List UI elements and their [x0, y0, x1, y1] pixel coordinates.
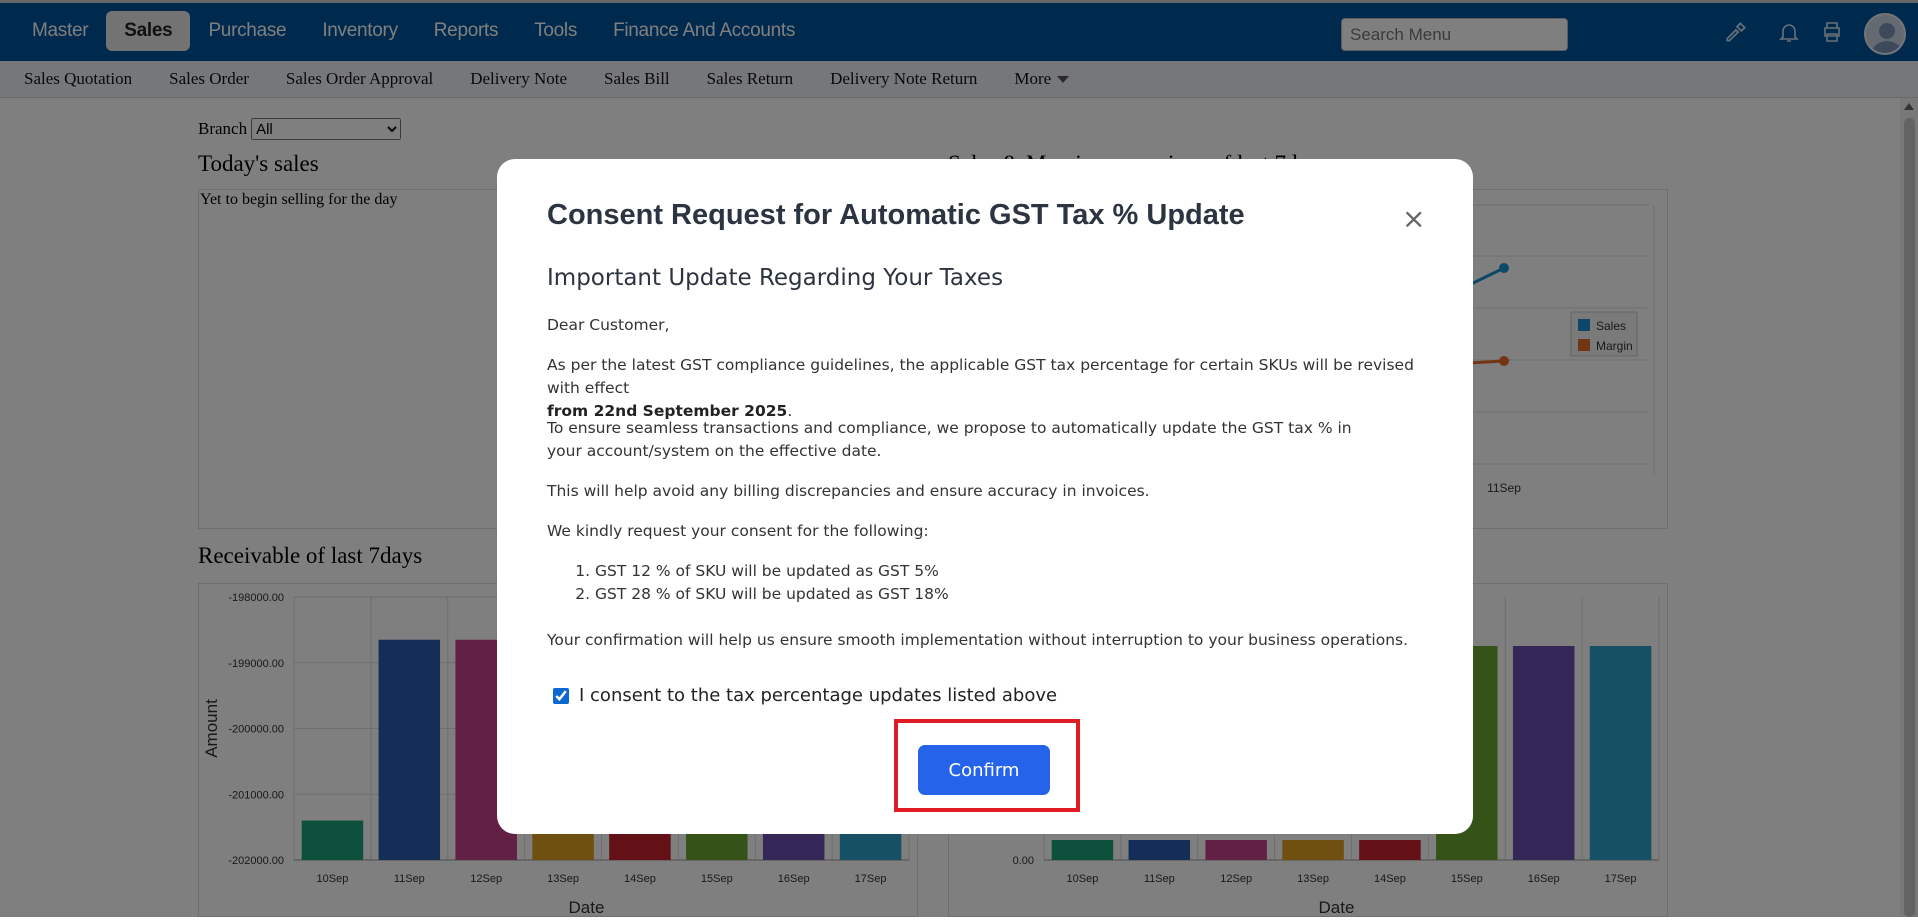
- list-item: GST 12 % of SKU will be updated as GST 5…: [595, 560, 1095, 583]
- consent-label[interactable]: I consent to the tax percentage updates …: [579, 685, 1057, 706]
- confirmation-paragraph: Your confirmation will help us ensure sm…: [547, 631, 1409, 649]
- close-icon[interactable]: ×: [1402, 204, 1425, 234]
- modal-title: Consent Request for Automatic GST Tax % …: [547, 199, 1245, 231]
- benefit-paragraph: This will help avoid any billing discrep…: [547, 482, 1150, 500]
- consent-row: I consent to the tax percentage updates …: [553, 685, 1057, 706]
- effective-date-paragraph: As per the latest GST compliance guideli…: [547, 354, 1427, 423]
- consent-checkbox[interactable]: [553, 687, 569, 704]
- update-list: GST 12 % of SKU will be updated as GST 5…: [595, 560, 1095, 606]
- list-item: GST 28 % of SKU will be updated as GST 1…: [595, 583, 1095, 606]
- modal-subtitle: Important Update Regarding Your Taxes: [547, 265, 1004, 291]
- proposal-paragraph: To ensure seamless transactions and comp…: [547, 419, 1352, 460]
- para1-text: As per the latest GST compliance guideli…: [547, 356, 1414, 397]
- greeting-text: Dear Customer,: [547, 316, 670, 334]
- request-paragraph: We kindly request your consent for the f…: [547, 522, 929, 540]
- gst-consent-modal: Consent Request for Automatic GST Tax % …: [497, 159, 1473, 834]
- confirm-button[interactable]: Confirm: [918, 745, 1050, 795]
